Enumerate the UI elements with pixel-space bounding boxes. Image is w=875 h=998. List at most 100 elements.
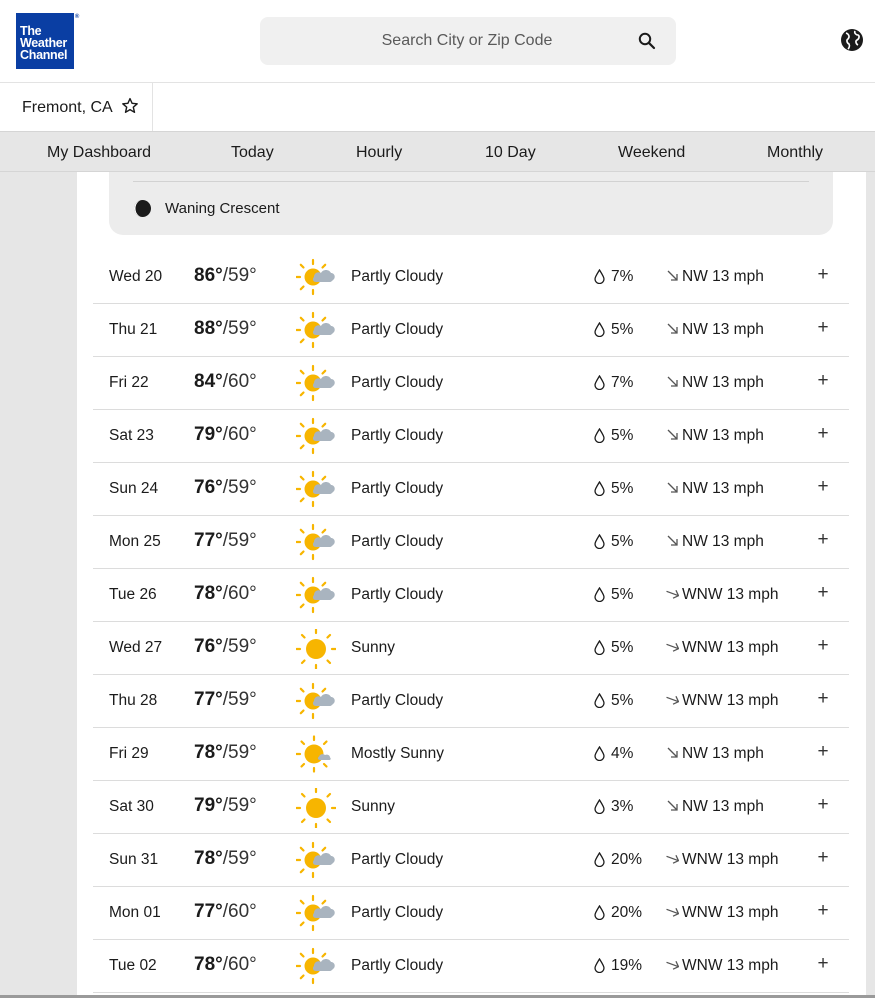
expand-icon[interactable]: + bbox=[815, 423, 831, 445]
wind-arrow-icon bbox=[666, 695, 679, 705]
globe-icon[interactable] bbox=[840, 28, 864, 52]
scrollbar[interactable] bbox=[866, 172, 875, 998]
forecast-condition: Partly Cloudy bbox=[351, 268, 444, 285]
forecast-temps: 78°/60° bbox=[194, 954, 257, 976]
wind-arrow-icon bbox=[667, 535, 678, 546]
forecast-row[interactable]: Thu 28 77°/59° Partly Cloudy 5% WNW 13 mph + bbox=[93, 675, 849, 728]
tab-weekend[interactable]: Weekend bbox=[618, 144, 685, 162]
forecast-row[interactable]: Sat 30 79°/59° Sunny 3% NW 13 mph + bbox=[93, 781, 849, 834]
precip-chance: 5% bbox=[611, 480, 634, 497]
low-temp: 60° bbox=[228, 901, 257, 922]
forecast-row[interactable]: Mon 25 77°/59° Partly Cloudy 5% NW 13 mph + bbox=[93, 516, 849, 569]
expand-icon[interactable]: + bbox=[815, 688, 831, 710]
expand-icon[interactable]: + bbox=[815, 900, 831, 922]
forecast-condition: Partly Cloudy bbox=[351, 586, 444, 603]
tab-10-day[interactable]: 10 Day bbox=[476, 144, 545, 174]
precip-chance: 19% bbox=[611, 957, 643, 974]
low-temp: 59° bbox=[228, 742, 257, 763]
wind-speed: WNW 13 mph bbox=[682, 639, 779, 656]
forecast-row[interactable]: Wed 27 76°/59° Sunny 5% WNW 13 mph + bbox=[93, 622, 849, 675]
forecast-row[interactable]: Tue 26 78°/60° Partly Cloudy 5% WNW 13 mph + bbox=[93, 569, 849, 622]
expand-icon[interactable]: + bbox=[815, 794, 831, 816]
expand-icon[interactable]: + bbox=[815, 476, 831, 498]
wind-speed: NW 13 mph bbox=[682, 268, 764, 285]
forecast-temps: 86°/59° bbox=[194, 265, 257, 287]
precip-chance: 5% bbox=[611, 692, 634, 709]
expand-icon[interactable]: + bbox=[815, 582, 831, 604]
search-input[interactable]: Search City or Zip Code bbox=[260, 17, 676, 65]
precip-chance: 5% bbox=[611, 533, 634, 550]
wind-speed: NW 13 mph bbox=[682, 798, 764, 815]
expand-icon[interactable]: + bbox=[815, 317, 831, 339]
forecast-row[interactable]: Sun 31 78°/59° Partly Cloudy 20% WNW 13 mph + bbox=[93, 834, 849, 887]
forecast-temps: 79°/59° bbox=[194, 795, 257, 817]
forecast-row[interactable]: Tue 02 78°/60° Partly Cloudy 19% WNW 13 mph + bbox=[93, 940, 849, 993]
search-icon[interactable] bbox=[638, 32, 656, 50]
partly-cloudy-icon bbox=[296, 947, 335, 985]
location-tab[interactable]: Fremont, CA bbox=[0, 83, 153, 131]
forecast-nav: My Dashboard Today Hourly 10 Day Weekend… bbox=[0, 131, 875, 174]
partly-cloudy-icon bbox=[296, 523, 335, 561]
forecast-row[interactable]: Mon 01 77°/60° Partly Cloudy 20% WNW 13 mph + bbox=[93, 887, 849, 940]
logo-line-3: Channel bbox=[20, 48, 68, 62]
forecast-row[interactable]: Thu 21 88°/59° Partly Cloudy 5% NW 13 mph + bbox=[93, 304, 849, 357]
partly-cloudy-icon bbox=[296, 311, 335, 349]
forecast-row[interactable]: Fri 22 84°/60° Partly Cloudy 7% NW 13 mph + bbox=[93, 357, 849, 410]
expand-icon[interactable]: + bbox=[815, 370, 831, 392]
precip-chance: 5% bbox=[611, 639, 634, 656]
raindrop-icon bbox=[594, 375, 605, 390]
partly-cloudy-icon bbox=[296, 682, 335, 720]
forecast-row[interactable]: Sun 24 76°/59° Partly Cloudy 5% NW 13 mph + bbox=[93, 463, 849, 516]
wind-arrow-icon bbox=[667, 376, 678, 387]
forecast-row[interactable]: Sat 23 79°/60° Partly Cloudy 5% NW 13 mph + bbox=[93, 410, 849, 463]
expand-icon[interactable]: + bbox=[815, 264, 831, 286]
forecast-day: Sun 24 bbox=[109, 480, 159, 497]
forecast-temps: 78°/60° bbox=[194, 583, 257, 605]
expand-icon[interactable]: + bbox=[815, 953, 831, 975]
precip-chance: 4% bbox=[611, 745, 634, 762]
high-temp: 86° bbox=[194, 265, 223, 286]
expand-icon[interactable]: + bbox=[815, 635, 831, 657]
wind-speed: WNW 13 mph bbox=[682, 904, 779, 921]
wind-arrow-icon bbox=[666, 854, 679, 864]
high-temp: 78° bbox=[194, 742, 223, 763]
forecast-temps: 76°/59° bbox=[194, 477, 257, 499]
sunny-icon bbox=[296, 629, 336, 669]
tab-today[interactable]: Today bbox=[231, 144, 274, 162]
forecast-condition: Partly Cloudy bbox=[351, 957, 444, 974]
low-temp: 59° bbox=[228, 636, 257, 657]
location-bar: Fremont, CA bbox=[0, 83, 875, 131]
wind-arrow-icon bbox=[666, 642, 679, 652]
raindrop-icon bbox=[594, 587, 605, 602]
wind-speed: NW 13 mph bbox=[682, 321, 764, 338]
forecast-day: Fri 29 bbox=[109, 745, 149, 762]
expand-icon[interactable]: + bbox=[815, 847, 831, 869]
forecast-day: Wed 20 bbox=[109, 268, 163, 285]
expand-icon[interactable]: + bbox=[815, 741, 831, 763]
low-temp: 60° bbox=[228, 371, 257, 392]
forecast-day: Sat 30 bbox=[109, 798, 154, 815]
wind-speed: WNW 13 mph bbox=[682, 692, 779, 709]
precip-chance: 7% bbox=[611, 374, 634, 391]
low-temp: 60° bbox=[228, 954, 257, 975]
forecast-condition: Partly Cloudy bbox=[351, 374, 444, 391]
high-temp: 84° bbox=[194, 371, 223, 392]
forecast-row[interactable]: Wed 20 86°/59° Partly Cloudy 7% NW 13 mph + bbox=[93, 251, 849, 304]
sunny-icon bbox=[296, 788, 336, 828]
high-temp: 88° bbox=[194, 318, 223, 339]
star-icon[interactable] bbox=[121, 97, 139, 115]
tab-monthly[interactable]: Monthly bbox=[767, 144, 823, 162]
expand-icon[interactable]: + bbox=[815, 529, 831, 551]
forecast-day: Wed 27 bbox=[109, 639, 163, 656]
wind-arrow-icon bbox=[667, 270, 678, 281]
partly-cloudy-icon bbox=[296, 470, 335, 508]
tab-my-dashboard[interactable]: My Dashboard bbox=[47, 144, 151, 162]
wind-arrow-icon bbox=[667, 323, 678, 334]
low-temp: 59° bbox=[228, 318, 257, 339]
forecast-temps: 79°/60° bbox=[194, 424, 257, 446]
low-temp: 59° bbox=[228, 477, 257, 498]
forecast-row[interactable]: Fri 29 78°/59° Mostly Sunny 4% NW 13 mph + bbox=[93, 728, 849, 781]
weather-channel-logo[interactable]: The Weather Channel ® bbox=[16, 13, 79, 69]
tab-hourly[interactable]: Hourly bbox=[356, 144, 402, 162]
high-temp: 78° bbox=[194, 583, 223, 604]
